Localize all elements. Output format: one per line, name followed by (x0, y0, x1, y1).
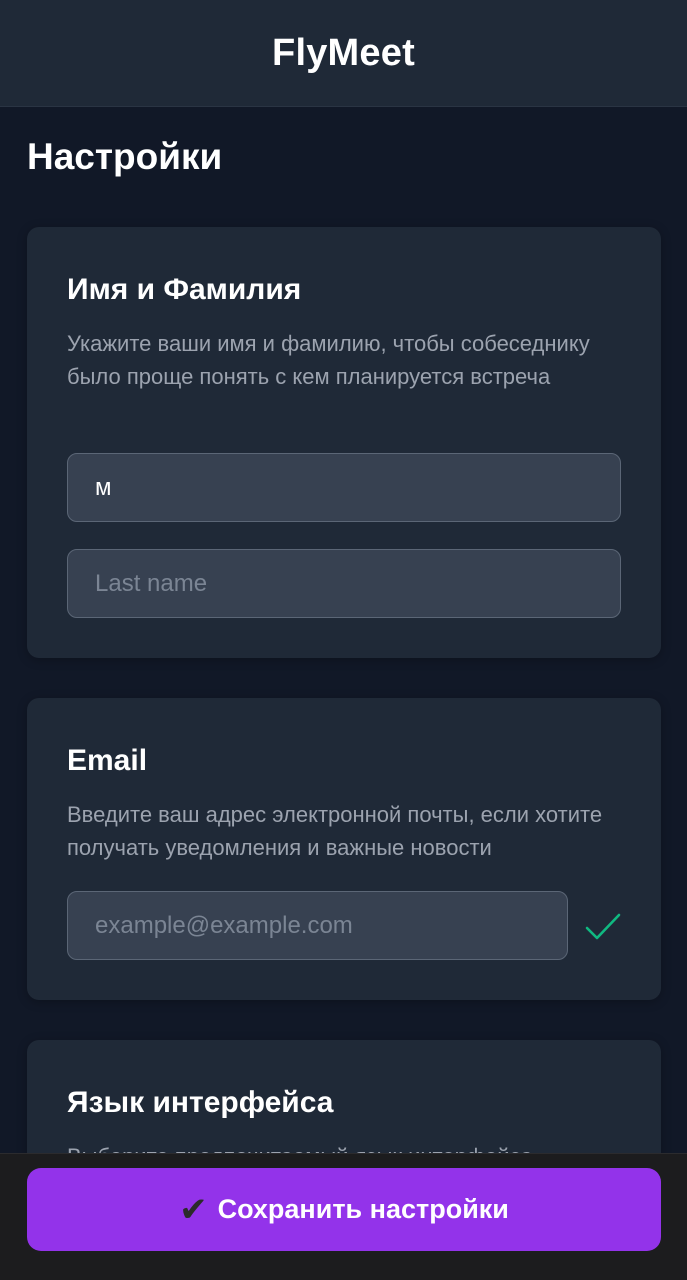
page-title: Настройки (27, 136, 223, 177)
app-title: FlyMeet (272, 31, 415, 74)
last-name-input[interactable] (67, 549, 621, 618)
check-mark-icon: ✔ (179, 1190, 208, 1229)
save-settings-label: Сохранить настройки (217, 1194, 509, 1224)
name-card: Имя и Фамилия Укажите ваши имя и фамилию… (27, 227, 661, 658)
first-name-input[interactable] (67, 453, 621, 522)
name-section-title: Имя и Фамилия (67, 273, 302, 306)
app-header: FlyMeet (0, 0, 687, 107)
save-settings-button[interactable]: ✔ Сохранить настройки (27, 1168, 661, 1251)
name-section-description: Укажите ваши имя и фамилию, чтобы собесе… (67, 331, 590, 389)
bottom-action-bar: ✔ Сохранить настройки (0, 1153, 687, 1280)
email-section-title: Email (67, 744, 148, 777)
language-section-title: Язык интерфейса (67, 1086, 334, 1119)
check-icon (585, 913, 621, 940)
email-card: Email Введите ваш адрес электронной почт… (27, 698, 661, 1000)
email-input[interactable] (67, 891, 568, 960)
settings-screen: FlyMeet Настройки Имя и Фамилия Укажите … (0, 0, 687, 1280)
email-section-description: Введите ваш адрес электронной почты, есл… (67, 802, 603, 860)
